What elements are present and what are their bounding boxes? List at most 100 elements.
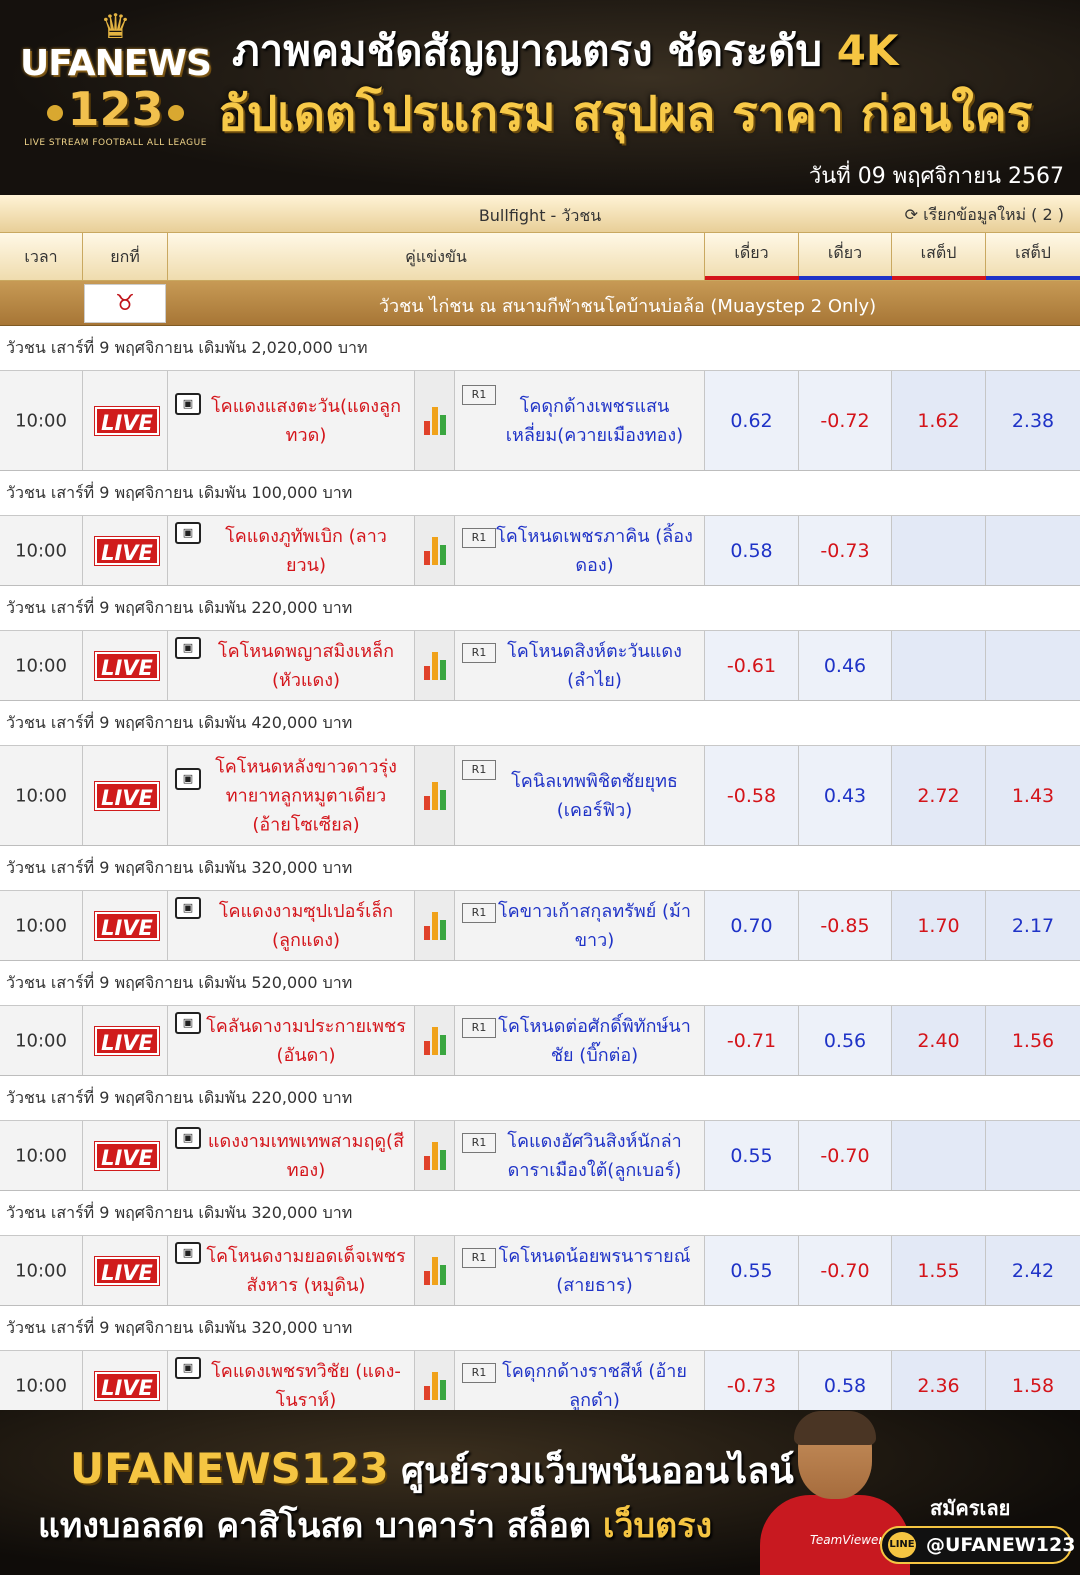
odds-step-1-cell[interactable]: 1.55 — [892, 1236, 986, 1305]
tv-icon[interactable]: ▣ — [175, 897, 201, 919]
stats-icon[interactable] — [424, 781, 446, 810]
tv-icon[interactable]: ▣ — [175, 1012, 201, 1034]
odds-value[interactable]: 2.38 — [986, 410, 1080, 432]
odds-value[interactable]: 0.43 — [799, 785, 891, 807]
match-row[interactable]: 10:00 LIVE ▣ โคโหนดงามยอดเด็จเพชรสังหาร … — [0, 1236, 1080, 1306]
odds-single-1-cell[interactable]: 0.55 — [705, 1236, 799, 1305]
stats-icon[interactable] — [424, 1371, 446, 1400]
odds-value[interactable]: 2.36 — [892, 1375, 985, 1397]
odds-single-2-cell[interactable]: -0.70 — [799, 1121, 892, 1190]
odds-value[interactable]: -0.70 — [799, 1145, 891, 1167]
odds-single-2-cell[interactable]: 0.56 — [799, 1006, 892, 1075]
match-row[interactable]: 10:00 LIVE ▣ โคแดงงามซุปเปอร์เล็ก (ลูกแด… — [0, 891, 1080, 961]
odds-single-1-cell[interactable]: 0.62 — [705, 371, 799, 470]
odds-step-1-cell[interactable]: 1.70 — [892, 891, 986, 960]
odds-single-2-cell[interactable]: -0.85 — [799, 891, 892, 960]
match-row[interactable]: 10:00 LIVE ▣ โคโหนดพญาสมิงเหล็ก (หัวแดง)… — [0, 631, 1080, 701]
live-button[interactable]: LIVE — [95, 651, 159, 680]
odds-value[interactable]: 2.42 — [986, 1260, 1080, 1282]
odds-single-1-cell[interactable]: -0.71 — [705, 1006, 799, 1075]
match-row[interactable]: 10:00 LIVE ▣ โคลันดางามประกายเพชร (อันดา… — [0, 1006, 1080, 1076]
odds-value[interactable]: 1.58 — [986, 1375, 1080, 1397]
odds-value[interactable]: 0.56 — [799, 1030, 891, 1052]
tv-icon[interactable]: ▣ — [175, 637, 201, 659]
live-button[interactable]: LIVE — [95, 536, 159, 565]
match-row[interactable]: 10:00 LIVE ▣ โคแดงเพชรทวิชัย (แดง-โนราห์… — [0, 1351, 1080, 1410]
odds-value[interactable]: 2.72 — [892, 785, 985, 807]
odds-value[interactable]: -0.61 — [705, 655, 798, 677]
odds-value[interactable]: -0.71 — [705, 1030, 798, 1052]
odds-value[interactable]: 1.43 — [986, 785, 1080, 807]
live-button[interactable]: LIVE — [95, 911, 159, 940]
odds-value[interactable]: 1.56 — [986, 1030, 1080, 1052]
tv-icon[interactable]: ▣ — [175, 522, 201, 544]
odds-single-1-cell[interactable]: -0.73 — [705, 1351, 799, 1410]
odds-step-2-cell[interactable]: 2.17 — [986, 891, 1080, 960]
odds-step-1-cell[interactable]: 1.62 — [892, 371, 986, 470]
odds-value[interactable]: 0.55 — [705, 1260, 798, 1282]
odds-value[interactable]: 1.70 — [892, 915, 985, 937]
odds-value[interactable]: 2.17 — [986, 915, 1080, 937]
odds-step-1-cell[interactable]: 2.40 — [892, 1006, 986, 1075]
odds-single-2-cell[interactable]: -0.70 — [799, 1236, 892, 1305]
odds-value[interactable]: -0.85 — [799, 915, 891, 937]
odds-value[interactable]: 0.58 — [705, 540, 798, 562]
odds-single-2-cell[interactable]: 0.43 — [799, 746, 892, 845]
odds-single-1-cell[interactable]: 0.70 — [705, 891, 799, 960]
odds-step-1-cell[interactable] — [892, 631, 986, 700]
tv-icon[interactable]: ▣ — [175, 1127, 201, 1149]
odds-value[interactable]: 0.62 — [705, 410, 798, 432]
line-contact-button[interactable]: LINE @UFANEW123 — [880, 1526, 1075, 1564]
odds-value[interactable]: 2.40 — [892, 1030, 985, 1052]
stats-icon[interactable] — [424, 536, 446, 565]
odds-step-1-cell[interactable]: 2.72 — [892, 746, 986, 845]
odds-step-2-cell[interactable]: 1.56 — [986, 1006, 1080, 1075]
odds-step-1-cell[interactable]: 2.36 — [892, 1351, 986, 1410]
odds-step-2-cell[interactable]: 2.38 — [986, 371, 1080, 470]
live-button[interactable]: LIVE — [95, 1371, 159, 1400]
odds-step-2-cell[interactable]: 1.43 — [986, 746, 1080, 845]
tv-icon[interactable]: ▣ — [175, 393, 201, 415]
odds-step-2-cell[interactable]: 1.58 — [986, 1351, 1080, 1410]
odds-step-2-cell[interactable] — [986, 516, 1080, 585]
odds-single-1-cell[interactable]: 0.58 — [705, 516, 799, 585]
league-row[interactable]: ♉ วัวชน ไก่ชน ณ สนามกีฬาชนโคบ้านบ่อล้อ (… — [0, 281, 1080, 326]
odds-value[interactable]: -0.72 — [799, 410, 891, 432]
odds-value[interactable]: 1.55 — [892, 1260, 985, 1282]
site-logo[interactable]: ♛ UFANEWS 123 LIVE STREAM FOOTBALL ALL L… — [18, 10, 213, 185]
odds-single-2-cell[interactable]: -0.72 — [799, 371, 892, 470]
refresh-button[interactable]: ⟳ เรียกข้อมูลใหม่ ( 2 ) — [905, 203, 1064, 228]
odds-single-2-cell[interactable]: 0.58 — [799, 1351, 892, 1410]
tv-icon[interactable]: ▣ — [175, 768, 201, 790]
stats-icon[interactable] — [424, 911, 446, 940]
live-button[interactable]: LIVE — [95, 1256, 159, 1285]
tv-icon[interactable]: ▣ — [175, 1357, 201, 1379]
odds-value[interactable]: -0.73 — [799, 540, 891, 562]
odds-single-1-cell[interactable]: -0.61 — [705, 631, 799, 700]
odds-step-2-cell[interactable] — [986, 631, 1080, 700]
odds-value[interactable]: 1.62 — [892, 410, 985, 432]
odds-value[interactable]: 0.70 — [705, 915, 798, 937]
odds-step-1-cell[interactable] — [892, 516, 986, 585]
match-row[interactable]: 10:00 LIVE ▣ โคแดงภูทัพเบิก (ลาวยวน) R1 … — [0, 516, 1080, 586]
odds-value[interactable]: -0.70 — [799, 1260, 891, 1282]
stats-icon[interactable] — [424, 1256, 446, 1285]
live-button[interactable]: LIVE — [95, 1026, 159, 1055]
tv-icon[interactable]: ▣ — [175, 1242, 201, 1264]
stats-icon[interactable] — [424, 1026, 446, 1055]
live-button[interactable]: LIVE — [95, 781, 159, 810]
odds-step-2-cell[interactable] — [986, 1121, 1080, 1190]
odds-value[interactable]: 0.58 — [799, 1375, 891, 1397]
odds-single-1-cell[interactable]: -0.58 — [705, 746, 799, 845]
odds-value[interactable]: -0.58 — [705, 785, 798, 807]
odds-value[interactable]: 0.46 — [799, 655, 891, 677]
odds-single-2-cell[interactable]: -0.73 — [799, 516, 892, 585]
odds-value[interactable]: -0.73 — [705, 1375, 798, 1397]
odds-step-2-cell[interactable]: 2.42 — [986, 1236, 1080, 1305]
odds-value[interactable]: 0.55 — [705, 1145, 798, 1167]
stats-icon[interactable] — [424, 1141, 446, 1170]
match-row[interactable]: 10:00 LIVE ▣ โคโหนดหลังขาวดาวรุ่งทายาทลู… — [0, 746, 1080, 846]
live-button[interactable]: LIVE — [95, 406, 159, 435]
stats-icon[interactable] — [424, 651, 446, 680]
match-row[interactable]: 10:00 LIVE ▣ โคแดงแสงตะวัน(แดงลูกทวด) R1… — [0, 371, 1080, 471]
